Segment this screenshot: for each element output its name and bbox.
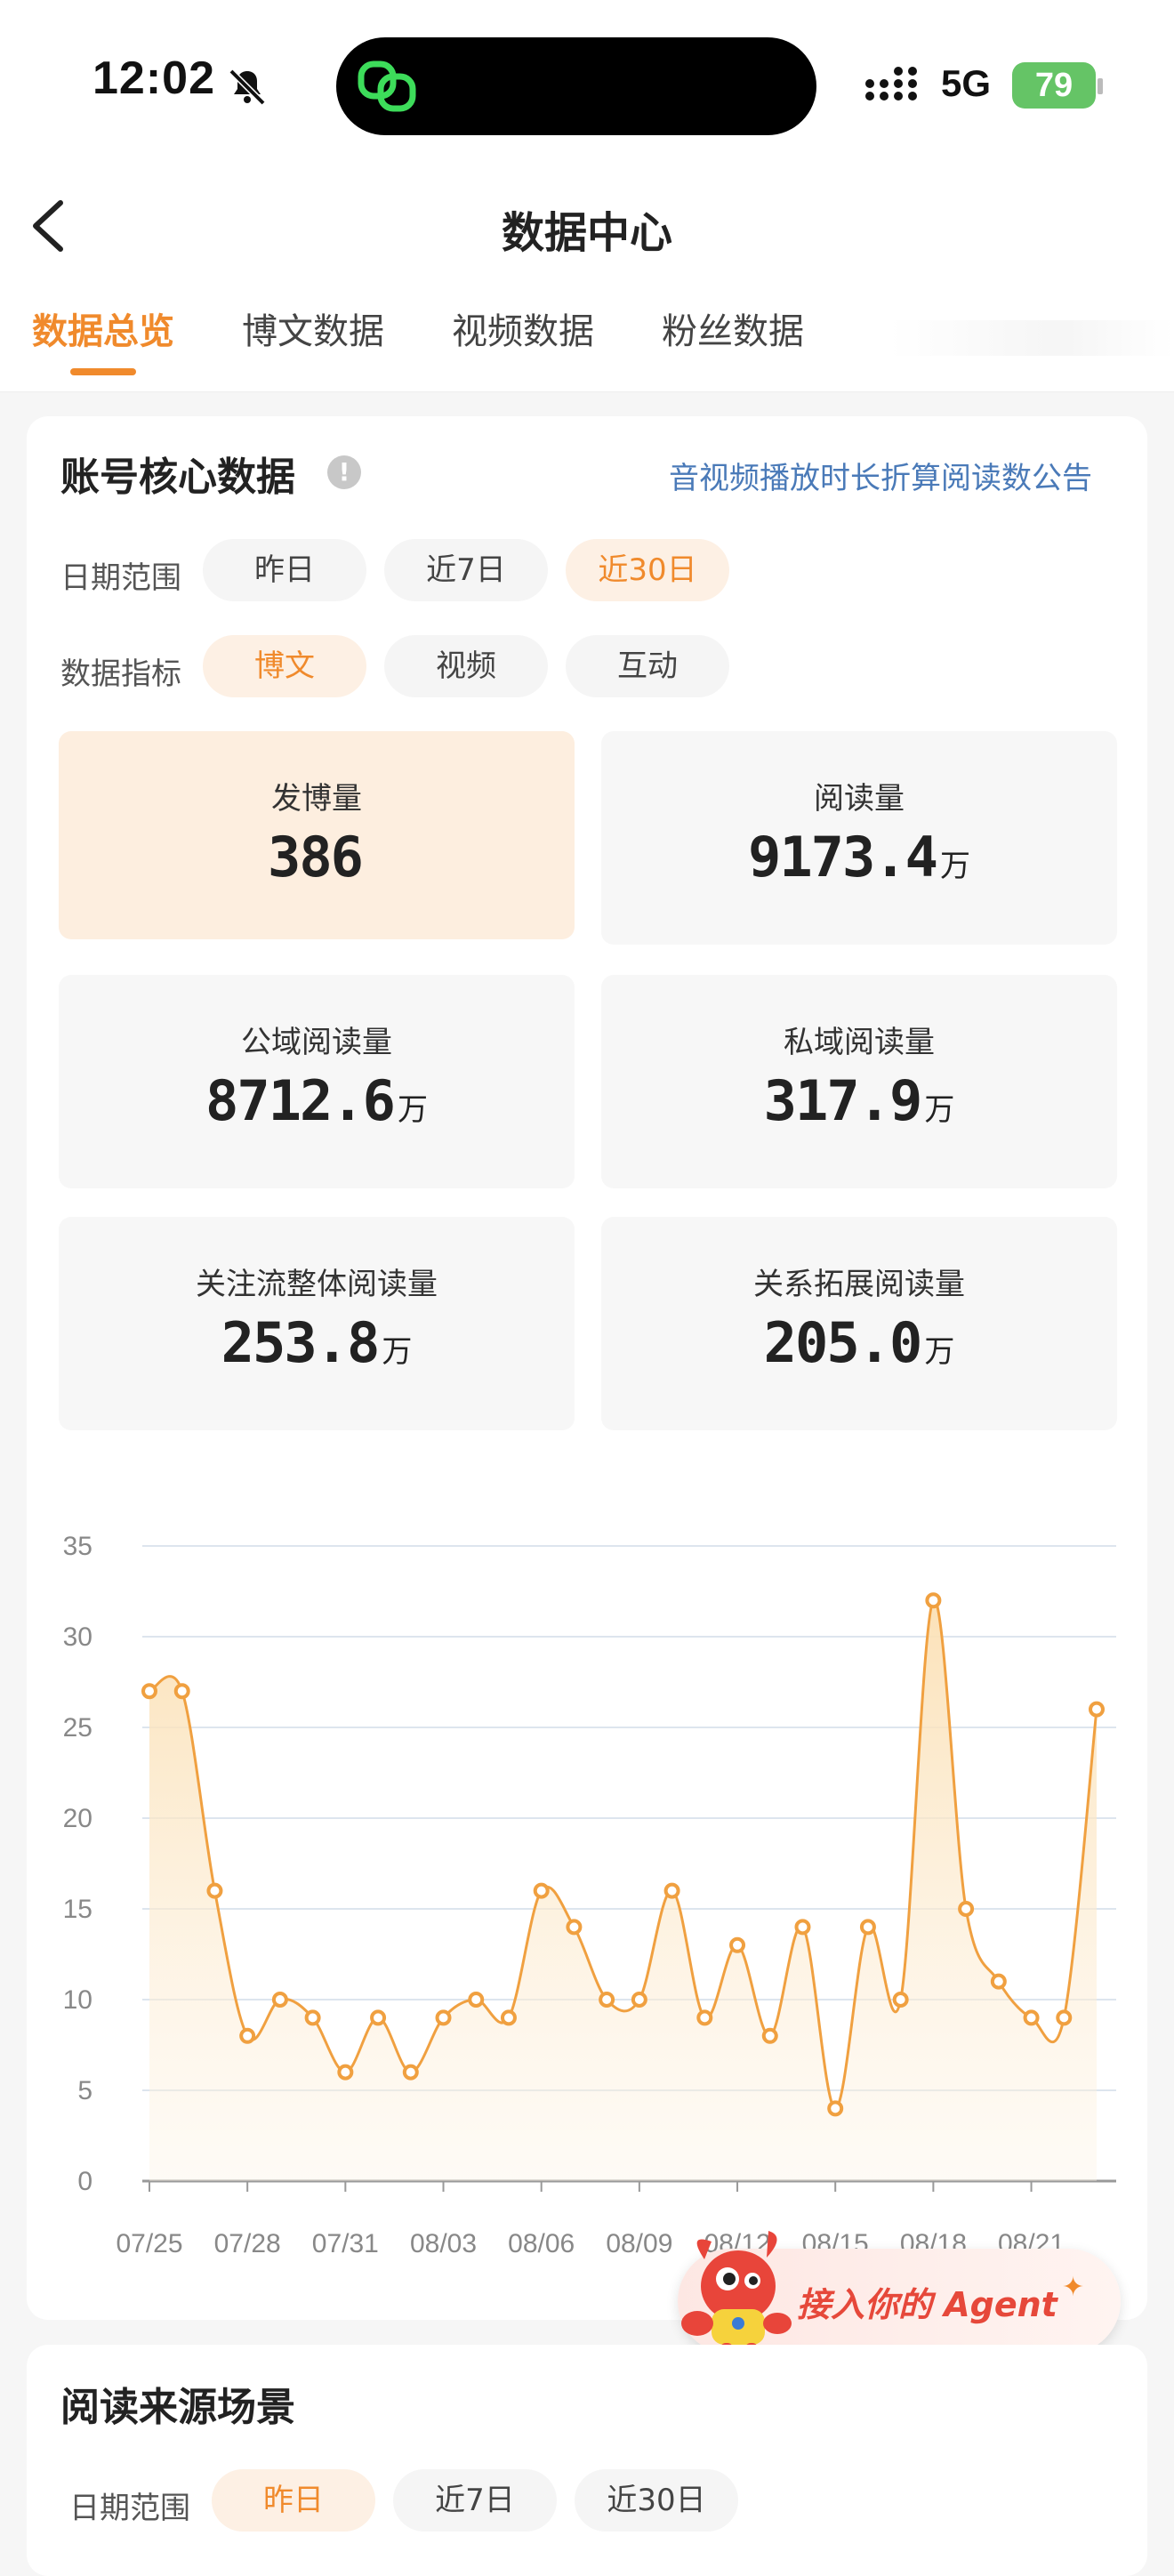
date-range-label: 日期范围 — [60, 560, 181, 596]
posts-trend-chart[interactable]: 0 5 10 15 20 25 30 35 07/25 07/28 07/31 08/03 08/06… — [36, 1512, 1147, 2259]
status-time: 12:02 — [92, 52, 215, 104]
bell-muted-icon — [229, 68, 266, 106]
data-point — [794, 1919, 811, 1936]
data-point — [1089, 1701, 1105, 1718]
data-point — [729, 1936, 746, 1953]
tabs-overflow-fade — [889, 320, 1174, 356]
date-option-yesterday[interactable]: 昨日 — [203, 539, 366, 601]
metric-tile-reads[interactable]: 阅读量 9173.4 万 — [601, 731, 1117, 945]
y-tick-label: 10 — [63, 1985, 92, 2015]
battery-icon: 79 — [1012, 62, 1096, 109]
metric-label: 私域阅读量 — [784, 1025, 935, 1060]
x-tick-label: 08/09 — [606, 2229, 672, 2258]
x-tick-label: 07/25 — [116, 2229, 182, 2258]
metric-type-label: 数据指标 — [60, 656, 181, 692]
metric-label: 阅读量 — [814, 781, 905, 817]
data-point — [271, 1992, 288, 2008]
data-point — [990, 1973, 1007, 1990]
metric-option-interaction[interactable]: 互动 — [566, 635, 729, 697]
x-tick-label: 07/28 — [214, 2229, 281, 2258]
sparkle-icon: ✦ — [1062, 2272, 1085, 2303]
metric-value: 8712.6 万 — [205, 1068, 428, 1133]
data-point — [925, 1592, 942, 1609]
data-point — [500, 2009, 517, 2026]
metric-value: 205.0 万 — [763, 1310, 955, 1375]
metric-value: 317.9 万 — [763, 1068, 955, 1133]
metric-tile-relation-reads[interactable]: 关系拓展阅读量 205.0 万 — [601, 1217, 1117, 1430]
link-rings-icon — [358, 60, 416, 112]
metric-tile-posts[interactable]: 发博量 386 — [59, 731, 575, 939]
data-point — [1023, 2009, 1040, 2026]
data-point — [337, 2064, 354, 2081]
metric-tile-follow-reads[interactable]: 关注流整体阅读量 253.8 万 — [59, 1217, 575, 1430]
data-point — [370, 2009, 387, 2026]
cellular-signal-icon — [865, 67, 917, 101]
data-point — [958, 1901, 975, 1917]
y-tick-label: 15 — [63, 1895, 92, 1924]
data-point — [599, 1992, 615, 2008]
y-tick-label: 5 — [77, 2076, 92, 2105]
metric-option-video[interactable]: 视频 — [384, 635, 548, 697]
metric-label: 发博量 — [271, 781, 362, 817]
core-card-title: 账号核心数据 — [60, 455, 295, 500]
tab-fans-data[interactable]: 粉丝数据 — [662, 302, 804, 374]
chart-area — [149, 1599, 1097, 2181]
data-point — [141, 1683, 157, 1700]
metric-value: 253.8 万 — [221, 1310, 413, 1375]
metric-label: 关注流整体阅读量 — [196, 1267, 438, 1302]
data-point — [468, 1992, 485, 2008]
data-point — [859, 1919, 876, 1936]
tab-overview[interactable]: 数据总览 — [32, 302, 174, 374]
x-tick-label: 07/31 — [312, 2229, 379, 2258]
data-point — [1056, 2009, 1073, 2026]
source-date-yesterday[interactable]: 昨日 — [212, 2469, 375, 2532]
date-option-7d[interactable]: 近7日 — [384, 539, 548, 601]
data-point — [402, 2064, 419, 2081]
data-point — [206, 1882, 223, 1899]
data-point — [663, 1882, 680, 1899]
metric-tile-public-reads[interactable]: 公域阅读量 8712.6 万 — [59, 975, 575, 1188]
data-point — [827, 2100, 844, 2117]
data-point — [566, 1919, 583, 1936]
y-tick-label: 30 — [63, 1622, 92, 1652]
source-date-30d[interactable]: 近30日 — [575, 2469, 738, 2532]
data-point — [435, 2009, 452, 2026]
data-point — [631, 1992, 647, 2008]
battery-cap — [1098, 78, 1103, 94]
page-title: 数据中心 — [501, 208, 672, 258]
data-point — [533, 1882, 550, 1899]
x-tick-label: 08/06 — [508, 2229, 575, 2258]
data-point — [696, 2009, 713, 2026]
y-tick-label: 35 — [63, 1532, 92, 1561]
metric-value: 386 — [268, 825, 364, 890]
notice-link[interactable]: 音视频播放时长折算阅读数公告 — [669, 454, 1092, 497]
metric-option-post[interactable]: 博文 — [203, 635, 366, 697]
data-point — [892, 1992, 909, 2008]
x-tick-label: 08/03 — [410, 2229, 477, 2258]
network-type: 5G — [941, 62, 992, 104]
data-point — [239, 2027, 256, 2044]
date-option-30d[interactable]: 近30日 — [566, 539, 729, 601]
y-tick-label: 25 — [63, 1713, 92, 1743]
metric-label: 公域阅读量 — [241, 1025, 392, 1060]
tab-video-data[interactable]: 视频数据 — [452, 302, 594, 374]
data-point — [761, 2027, 778, 2044]
source-date-7d[interactable]: 近7日 — [393, 2469, 557, 2532]
info-icon[interactable]: ! — [327, 455, 361, 489]
y-tick-label: 20 — [63, 1804, 92, 1833]
top-tabs: 数据总览 博文数据 视频数据 粉丝数据 — [32, 302, 872, 374]
agent-label[interactable]: 接入你的 Agent — [797, 2277, 1057, 2326]
data-point — [304, 2009, 321, 2026]
metric-label: 关系拓展阅读量 — [753, 1267, 965, 1302]
data-point — [173, 1683, 190, 1700]
read-source-title: 阅读来源场景 — [60, 2385, 295, 2430]
tab-post-data[interactable]: 博文数据 — [242, 302, 384, 374]
y-tick-label: 0 — [77, 2167, 92, 2196]
date-range-label: 日期范围 — [69, 2491, 190, 2526]
metric-value: 9173.4 万 — [748, 825, 970, 890]
metric-tile-private-reads[interactable]: 私域阅读量 317.9 万 — [601, 975, 1117, 1188]
